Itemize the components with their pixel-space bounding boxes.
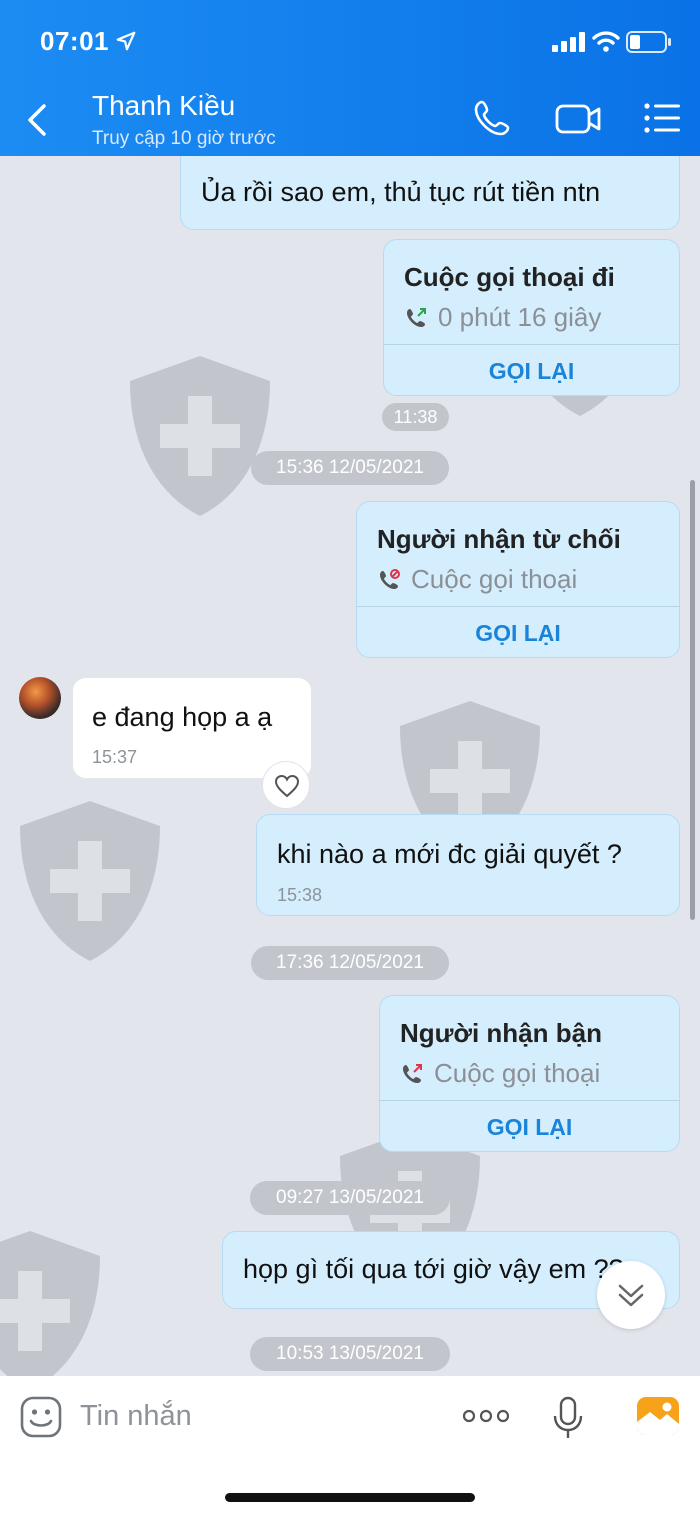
message-text: họp gì tối qua tới giờ vậy em ?? [243,1254,624,1284]
scrollbar[interactable] [690,480,695,920]
message-time: 15:37 [92,747,138,767]
call-status: Cuộc gọi thoại [400,1058,600,1089]
contact-last-seen: Truy cập 10 giờ trước [92,128,276,149]
wifi-icon [592,31,620,52]
outgoing-message[interactable]: khi nào a mới đc giải quyết ? 15:38 [256,814,680,916]
outgoing-message[interactable]: Ủa rồi sao em, thủ tục rút tiền ntn [180,156,680,230]
watermark-shield-icon [130,356,270,516]
call-again-button[interactable]: GỌI LẠI [357,607,679,659]
call-card-outgoing: Cuộc gọi thoại đi 0 phút 16 giây GỌI LẠI [383,239,680,396]
video-call-button[interactable] [554,98,602,138]
call-again-button[interactable]: GỌI LẠI [384,345,679,397]
message-text: e đang họp a ạ [92,702,273,732]
message-input[interactable] [80,1394,410,1438]
emoji-button[interactable] [20,1396,62,1438]
signal-icon [552,32,585,52]
scroll-to-bottom-button[interactable] [597,1261,665,1329]
date-separator: 17:36 12/05/2021 [251,946,449,980]
call-subtitle: Cuộc gọi thoại [411,564,578,594]
date-separator: 15:36 12/05/2021 [251,451,449,485]
missed-call-icon [380,569,400,589]
more-options-button[interactable] [462,1406,510,1426]
contact-name[interactable]: Thanh Kiều [92,90,235,122]
menu-button[interactable] [642,98,682,138]
date-separator: 10:53 13/05/2021 [250,1337,450,1371]
microphone-button[interactable] [552,1396,584,1440]
location-arrow-icon [116,31,136,51]
chat-header: 07:01 Thanh Kiều Truy cập 10 giờ trước [0,0,700,156]
call-subtitle: Cuộc gọi thoại [434,1058,601,1088]
watermark-shield-icon [0,1231,100,1376]
react-button[interactable] [262,761,310,809]
double-chevron-down-icon [618,1284,644,1307]
call-subtitle: 0 phút 16 giây [438,302,602,332]
back-button[interactable] [20,100,56,140]
voice-call-button[interactable] [472,98,512,138]
image-gallery-button[interactable] [636,1396,680,1436]
contact-avatar[interactable] [19,677,61,719]
message-text: khi nào a mới đc giải quyết ? [277,839,622,869]
call-title: Cuộc gọi thoại đi [404,262,615,292]
message-time: 11:38 [382,403,449,431]
heart-icon [274,774,300,798]
message-list[interactable]: Ủa rồi sao em, thủ tục rút tiền ntn Cuộc… [0,156,700,1376]
home-indicator [225,1493,475,1502]
call-title: Người nhận từ chối [377,524,621,554]
call-card-rejected: Người nhận từ chối Cuộc gọi thoại GỌI LẠ… [356,501,680,658]
status-time: 07:01 [40,26,109,56]
call-busy-icon [403,1064,422,1083]
call-duration: 0 phút 16 giây [404,302,601,333]
call-again-button[interactable]: GỌI LẠI [380,1101,679,1153]
battery-icon [626,31,671,53]
call-status: Cuộc gọi thoại [377,564,577,595]
outgoing-call-icon [407,308,426,327]
call-title: Người nhận bận [400,1018,602,1048]
date-separator: 09:27 13/05/2021 [250,1181,450,1215]
message-time: 15:38 [277,885,323,905]
call-card-busy: Người nhận bận Cuộc gọi thoại GỌI LẠI [379,995,680,1152]
message-text: Ủa rồi sao em, thủ tục rút tiền ntn [201,177,601,207]
watermark-shield-icon [20,801,160,961]
